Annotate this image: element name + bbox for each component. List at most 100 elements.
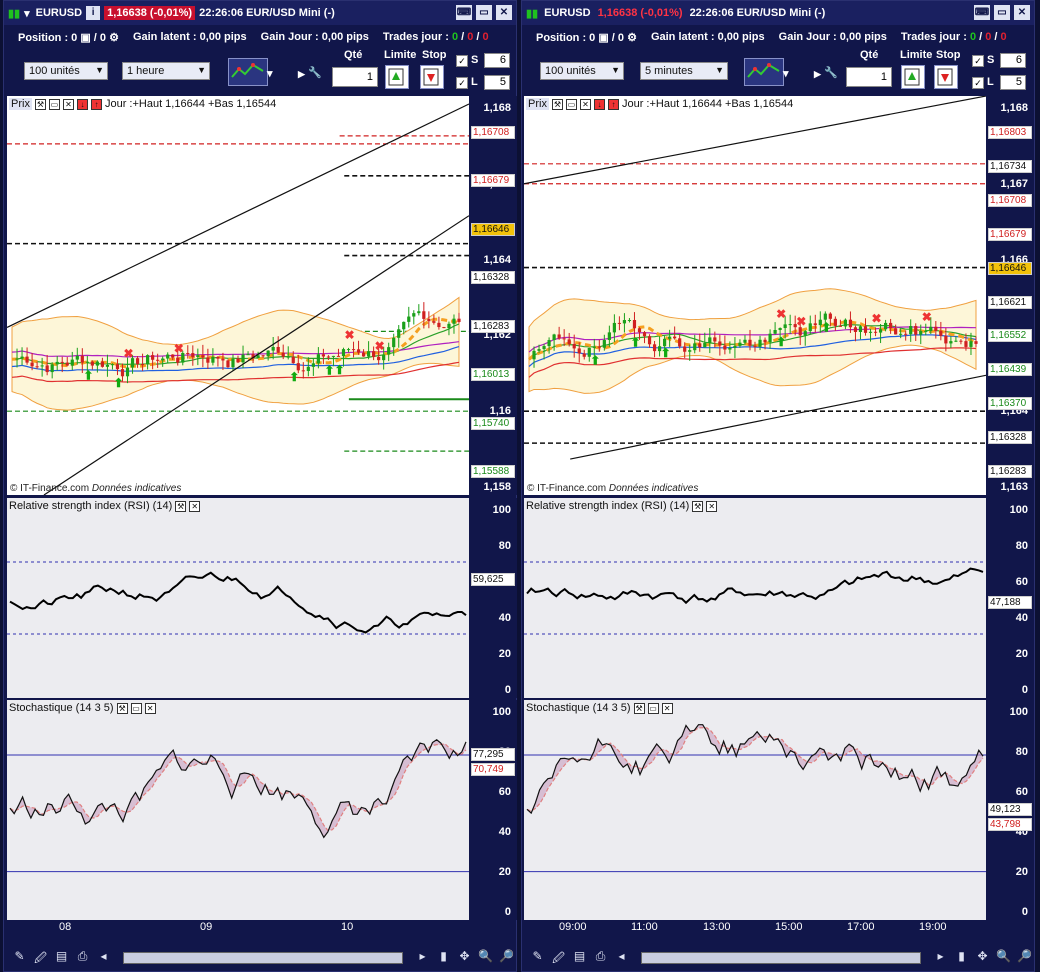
horizontal-scrollbar[interactable] xyxy=(123,952,403,964)
l-checkbox[interactable]: ✓ xyxy=(972,77,984,89)
price-level-box: 1,16734 xyxy=(988,159,1032,173)
close-icon[interactable]: ✕ xyxy=(144,702,156,714)
price-axis[interactable]: 1,1681,1661,1641,1621,161,1581,167081,16… xyxy=(469,96,517,495)
print-icon[interactable]: ⎙ xyxy=(591,949,610,967)
zoom-out-icon[interactable]: 🔍 xyxy=(476,949,495,967)
quantity-input[interactable]: 1 xyxy=(846,67,892,87)
close-icon[interactable]: ✕ xyxy=(661,702,673,714)
move-down-icon[interactable]: ↓ xyxy=(593,98,605,110)
fit-icon[interactable]: ✥ xyxy=(455,949,474,967)
print-icon[interactable]: ⎙ xyxy=(73,949,92,967)
units-select[interactable]: 100 unités xyxy=(540,62,624,80)
maximize-icon[interactable]: ▭ xyxy=(48,98,60,110)
stop-order-button[interactable] xyxy=(934,65,958,89)
stoch-panel[interactable]: Stochastique (14 3 5)⚒▭✕ 10080604020077,… xyxy=(7,700,517,920)
move-up-icon[interactable]: ↑ xyxy=(90,98,102,110)
table-icon[interactable]: ▤ xyxy=(52,949,71,967)
candle-icon[interactable]: ▮ xyxy=(952,949,971,967)
close-icon[interactable]: ✕ xyxy=(189,500,201,512)
maximize-icon[interactable]: ▭ xyxy=(647,702,659,714)
zoom-out-icon[interactable]: 🔍 xyxy=(994,949,1013,967)
indicators-button[interactable] xyxy=(228,58,268,86)
wrench-icon[interactable]: ⚒ xyxy=(551,98,563,110)
rsi-panel[interactable]: Relative strength index (RSI) (14) ⚒ ✕ 100… xyxy=(524,498,1034,698)
price-panel[interactable]: ⬆ ✖ ⬆ ✖ ⬆ ✖ ⬆ ✖ ⬆ Prix ⚒ ▭ ✕ ↓ ↑ Jour :+Haut 1,16644… xyxy=(524,96,1034,495)
window-titlebar[interactable]: ▮▮ ▾ EURUSD i 1,16638 (-0,01%) 22:26:06 … xyxy=(4,1,516,25)
limit-order-button[interactable] xyxy=(901,65,925,89)
restore-icon[interactable]: ▭ xyxy=(476,5,492,20)
s-checkbox[interactable]: ✓ xyxy=(972,55,984,67)
maximize-icon[interactable]: ▭ xyxy=(130,702,142,714)
price-axis[interactable]: 1,1681,1671,1661,1651,1641,1631,168031,1… xyxy=(986,96,1034,495)
move-up-icon[interactable]: ↑ xyxy=(607,98,619,110)
s-spinner[interactable]: 6 xyxy=(484,53,510,68)
limit-order-button[interactable] xyxy=(385,65,409,89)
s-spinner[interactable]: 6 xyxy=(1000,53,1026,68)
info-icon[interactable]: i xyxy=(86,6,101,20)
scroll-right-icon[interactable]: ▸ xyxy=(413,949,432,967)
pen-icon[interactable]: 🖉 xyxy=(31,949,50,967)
collapse-arrow-icon[interactable]: ▶ xyxy=(298,69,305,80)
fit-icon[interactable]: ✥ xyxy=(973,949,992,967)
wrench-icon[interactable]: ⚒ xyxy=(175,500,187,512)
s-checkbox[interactable]: ✓ xyxy=(456,55,468,67)
chart-window-left[interactable]: ▮▮ ▾ EURUSD i 1,16638 (-0,01%) 22:26:06 … xyxy=(3,0,517,972)
chart-type-icon[interactable]: ▮▮ xyxy=(8,7,20,20)
wrench-icon[interactable]: 🔧 xyxy=(308,66,322,79)
indicators-button[interactable] xyxy=(744,58,784,86)
candle-body xyxy=(70,359,74,366)
pen-icon[interactable]: 🖉 xyxy=(549,949,568,967)
period-select[interactable]: 1 heure xyxy=(122,62,210,80)
l-spinner[interactable]: 5 xyxy=(1000,75,1026,90)
l-spinner[interactable]: 5 xyxy=(484,75,510,90)
stop-order-button[interactable] xyxy=(420,65,444,89)
l-checkbox[interactable]: ✓ xyxy=(456,77,468,89)
scroll-left-icon[interactable]: ◂ xyxy=(94,949,113,967)
rsi-panel[interactable]: Relative strength index (RSI) (14) ⚒ ✕ 100… xyxy=(7,498,517,698)
scroll-left-icon[interactable]: ◂ xyxy=(612,949,631,967)
units-select[interactable]: 100 unités xyxy=(24,62,108,80)
close-icon[interactable]: ✕ xyxy=(62,98,74,110)
zoom-in-icon[interactable]: 🔎 xyxy=(1015,949,1034,967)
close-icon[interactable]: ✕ xyxy=(579,98,591,110)
keyboard-icon[interactable]: ⌨ xyxy=(456,5,472,20)
scroll-right-icon[interactable]: ▸ xyxy=(931,949,950,967)
wrench-icon[interactable]: ⚒ xyxy=(116,702,128,714)
chart-type-icon[interactable]: ▮▮ xyxy=(526,7,538,20)
candle-icon[interactable]: ▮ xyxy=(434,949,453,967)
price-level-box: 1,16370 xyxy=(988,397,1032,411)
close-icon[interactable]: ✕ xyxy=(706,500,718,512)
price-chart-right[interactable]: ⬆ ✖ ⬆ ✖ ⬆ ✖ ⬆ ✖ ⬆ xyxy=(524,96,986,495)
close-icon[interactable]: ✕ xyxy=(1014,5,1030,20)
window-titlebar[interactable]: ▮▮ EURUSD 1,16638 (-0,01%) 22:26:06 EUR/… xyxy=(522,1,1034,25)
indicators-dropdown-icon[interactable]: ▾ xyxy=(267,67,273,80)
draw-tool-icon[interactable]: ✎ xyxy=(10,949,29,967)
wrench-icon[interactable]: ⚒ xyxy=(692,500,704,512)
collapse-arrow-icon[interactable]: ▶ xyxy=(814,69,821,80)
wrench-icon[interactable]: ⚒ xyxy=(633,702,645,714)
price-panel[interactable]: ⬆ ✖ ⬆ ✖ ⬆ ✖ ⬆ ✖ ⬆ Prix ⚒ ▭ ✕ ↓ ↑ Jour :+Haut 1,16644… xyxy=(7,96,517,495)
wrench-icon[interactable]: 🔧 xyxy=(824,66,838,79)
symbol-label[interactable]: EURUSD xyxy=(36,7,82,19)
zoom-in-icon[interactable]: 🔎 xyxy=(497,949,516,967)
menu-chevron-icon[interactable]: ▾ xyxy=(24,7,30,20)
close-icon[interactable]: ✕ xyxy=(496,5,512,20)
candle-body xyxy=(316,354,320,364)
quantity-input[interactable]: 1 xyxy=(332,67,378,87)
stoch-panel[interactable]: Stochastique (14 3 5) ⚒ ▭ ✕ 100 80 60 40 20 0 49,… xyxy=(524,700,1034,920)
price-chart-left[interactable]: ⬆ ✖ ⬆ ✖ ⬆ ✖ ⬆ ✖ ⬆ xyxy=(7,96,469,495)
maximize-icon[interactable]: ▭ xyxy=(565,98,577,110)
draw-tool-icon[interactable]: ✎ xyxy=(528,949,547,967)
chart-window-right[interactable]: ▮▮ EURUSD 1,16638 (-0,01%) 22:26:06 EUR/… xyxy=(521,0,1035,972)
wrench-icon[interactable]: ⚒ xyxy=(34,98,46,110)
symbol-label[interactable]: EURUSD xyxy=(544,7,590,19)
horizontal-scrollbar[interactable] xyxy=(641,952,921,964)
move-down-icon[interactable]: ↓ xyxy=(76,98,88,110)
restore-icon[interactable]: ▭ xyxy=(994,5,1010,20)
indicators-dropdown-icon[interactable]: ▾ xyxy=(783,67,789,80)
period-select[interactable]: 5 minutes xyxy=(640,62,728,80)
keyboard-icon[interactable]: ⌨ xyxy=(974,5,990,20)
table-icon[interactable]: ▤ xyxy=(570,949,589,967)
candle-body xyxy=(738,342,742,346)
candle-body xyxy=(868,331,873,333)
